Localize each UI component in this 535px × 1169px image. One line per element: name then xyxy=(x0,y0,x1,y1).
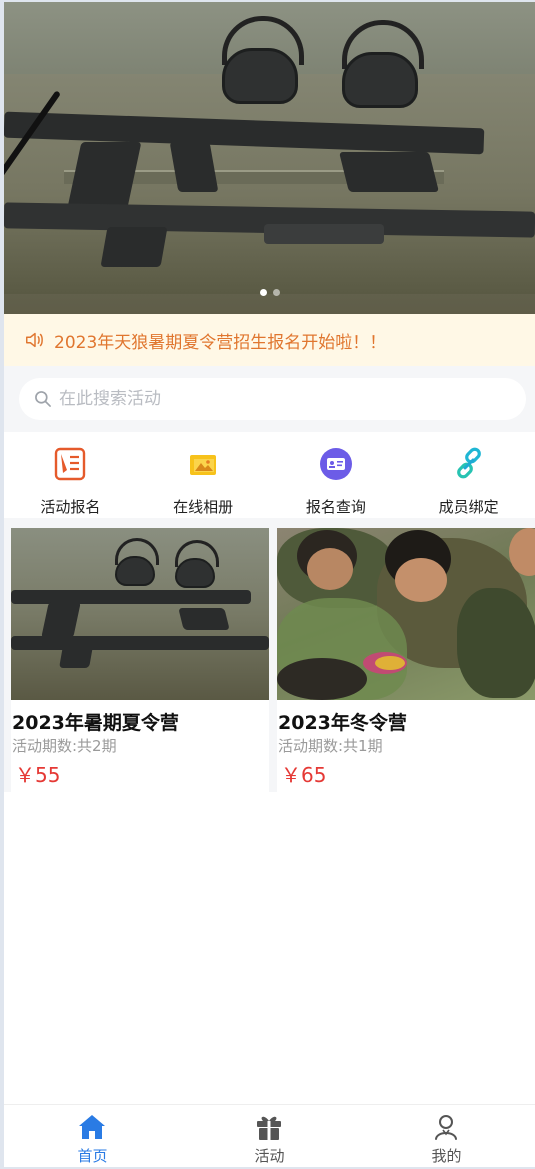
activity-period: 活动期数:共2期 xyxy=(12,737,117,755)
speaker-icon xyxy=(26,332,43,348)
activity-price: ￥65 xyxy=(281,763,327,787)
gift-icon xyxy=(257,1116,282,1140)
activity-image xyxy=(277,528,535,700)
nav-label: 报名查询 xyxy=(305,498,366,516)
search-input[interactable] xyxy=(59,389,499,409)
activity-list: 2023年暑期夏令营 活动期数:共2期 ￥55 2023年冬令营 活动期数:共1… xyxy=(4,518,535,792)
nav-member-binding[interactable]: 成员绑定 xyxy=(402,432,535,518)
nav-activity-signup[interactable]: 活动报名 xyxy=(4,432,137,518)
carousel-indicator[interactable] xyxy=(4,281,535,300)
carousel-dot[interactable] xyxy=(272,289,280,296)
carousel-dot[interactable] xyxy=(259,289,267,296)
tab-activity[interactable]: 活动 xyxy=(181,1105,358,1167)
form-pen-icon xyxy=(55,447,86,481)
activity-period: 活动期数:共1期 xyxy=(278,737,383,755)
id-card-icon xyxy=(319,448,352,480)
search-box[interactable] xyxy=(19,378,526,420)
feature-grid: 活动报名 在线相册 报名查询 成员绑定 xyxy=(4,432,535,518)
link-icon xyxy=(456,447,481,479)
nav-online-album[interactable]: 在线相册 xyxy=(137,432,270,518)
notice-bar[interactable]: 2023年天狼暑期夏令营招生报名开始啦！！ xyxy=(4,314,535,366)
tab-label: 首页 xyxy=(77,1147,108,1165)
nav-label: 成员绑定 xyxy=(438,498,499,516)
nav-label: 活动报名 xyxy=(40,498,101,516)
notice-text: 2023年天狼暑期夏令营招生报名开始啦！！ xyxy=(54,332,387,353)
photo-album-icon xyxy=(190,455,217,475)
nav-label: 在线相册 xyxy=(173,498,234,516)
activity-image xyxy=(11,528,269,700)
search-section xyxy=(4,366,535,432)
activity-price: ￥55 xyxy=(15,763,61,787)
activity-card[interactable]: 2023年暑期夏令营 活动期数:共2期 ￥55 xyxy=(11,528,269,792)
tab-home[interactable]: 首页 xyxy=(4,1105,181,1167)
search-icon xyxy=(35,391,51,407)
app-page: 2023年天狼暑期夏令营招生报名开始啦！！ 活动报名 xyxy=(4,2,535,1167)
activity-title: 2023年冬令营 xyxy=(278,712,407,734)
bottom-tab-bar: 首页 活动 我的 xyxy=(4,1104,535,1167)
activity-card[interactable]: 2023年冬令营 活动期数:共1期 ￥65 xyxy=(277,528,535,792)
tab-mine[interactable]: 我的 xyxy=(358,1105,535,1167)
home-icon xyxy=(79,1115,106,1139)
user-icon xyxy=(435,1115,458,1140)
nav-signup-query[interactable]: 报名查询 xyxy=(270,432,403,518)
tab-label: 活动 xyxy=(254,1147,285,1165)
tab-label: 我的 xyxy=(431,1147,462,1165)
activity-title: 2023年暑期夏令营 xyxy=(12,712,179,734)
banner-carousel[interactable] xyxy=(4,2,535,314)
